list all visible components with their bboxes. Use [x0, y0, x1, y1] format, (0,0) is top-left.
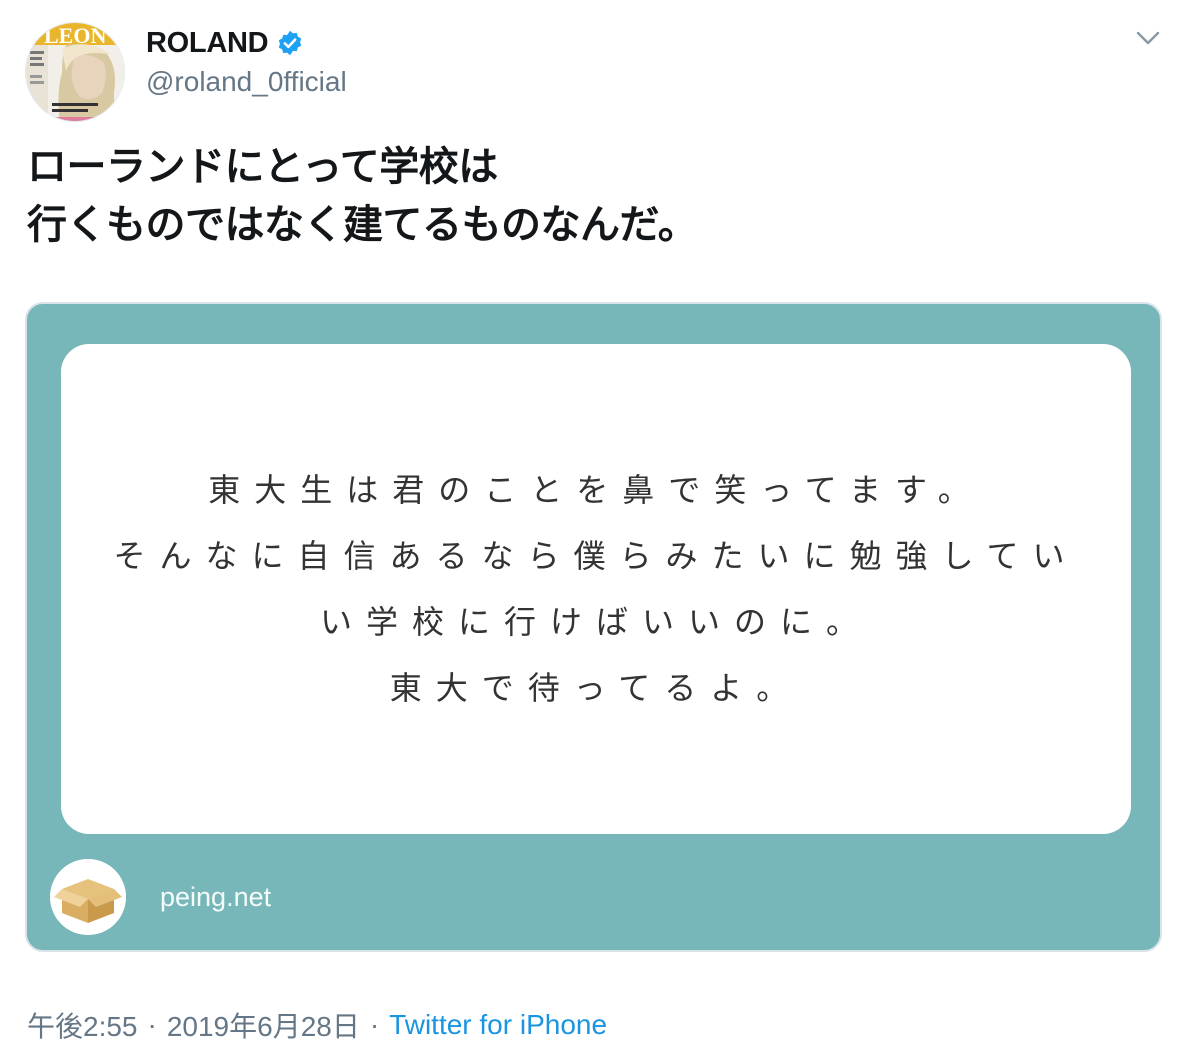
peing-avatar	[50, 859, 126, 935]
tweet-meta: 午後2:55 · 2019年6月28日 · Twitter for iPhone	[27, 1005, 607, 1045]
tweet: LEON ROLAND @roland_0fficial ローランドにとって学校…	[0, 0, 1192, 1046]
question-card: 東大生は君のことを鼻で笑ってます。 そんなに自信あるなら僕らみたいに勉強してい …	[61, 344, 1131, 834]
author-display-name[interactable]: ROLAND	[146, 27, 269, 60]
tweet-text: ローランドにとって学校は 行くものではなく建てるものなんだ。	[27, 145, 698, 247]
meta-separator: ·	[147, 1009, 157, 1040]
peing-source-label: peing.net	[160, 882, 272, 912]
question-line: 東大生は君のことを鼻で笑ってます。	[208, 471, 984, 509]
author-name-row[interactable]: ROLAND	[146, 26, 304, 60]
author-avatar[interactable]: LEON	[25, 22, 125, 122]
tweet-date[interactable]: 2019年6月28日	[167, 1005, 360, 1045]
cardboard-box-icon	[50, 859, 126, 935]
author-handle[interactable]: @roland_0fficial	[146, 66, 347, 98]
chevron-down-icon[interactable]	[1134, 28, 1162, 48]
magazine-cover-avatar: LEON	[26, 23, 124, 121]
question-line: そんなに自信あるなら僕らみたいに勉強してい	[113, 537, 1079, 575]
tweet-source-link[interactable]: Twitter for iPhone	[389, 1009, 607, 1041]
tweet-time[interactable]: 午後2:55	[27, 1005, 138, 1045]
tweet-media-image[interactable]: 東大生は君のことを鼻で笑ってます。 そんなに自信あるなら僕らみたいに勉強してい …	[25, 302, 1162, 952]
verified-badge-icon	[279, 30, 302, 56]
question-line: い学校に行けばいいのに。	[319, 603, 872, 641]
meta-separator: ·	[369, 1009, 380, 1040]
question-line: 東大で待ってるよ。	[389, 669, 803, 707]
